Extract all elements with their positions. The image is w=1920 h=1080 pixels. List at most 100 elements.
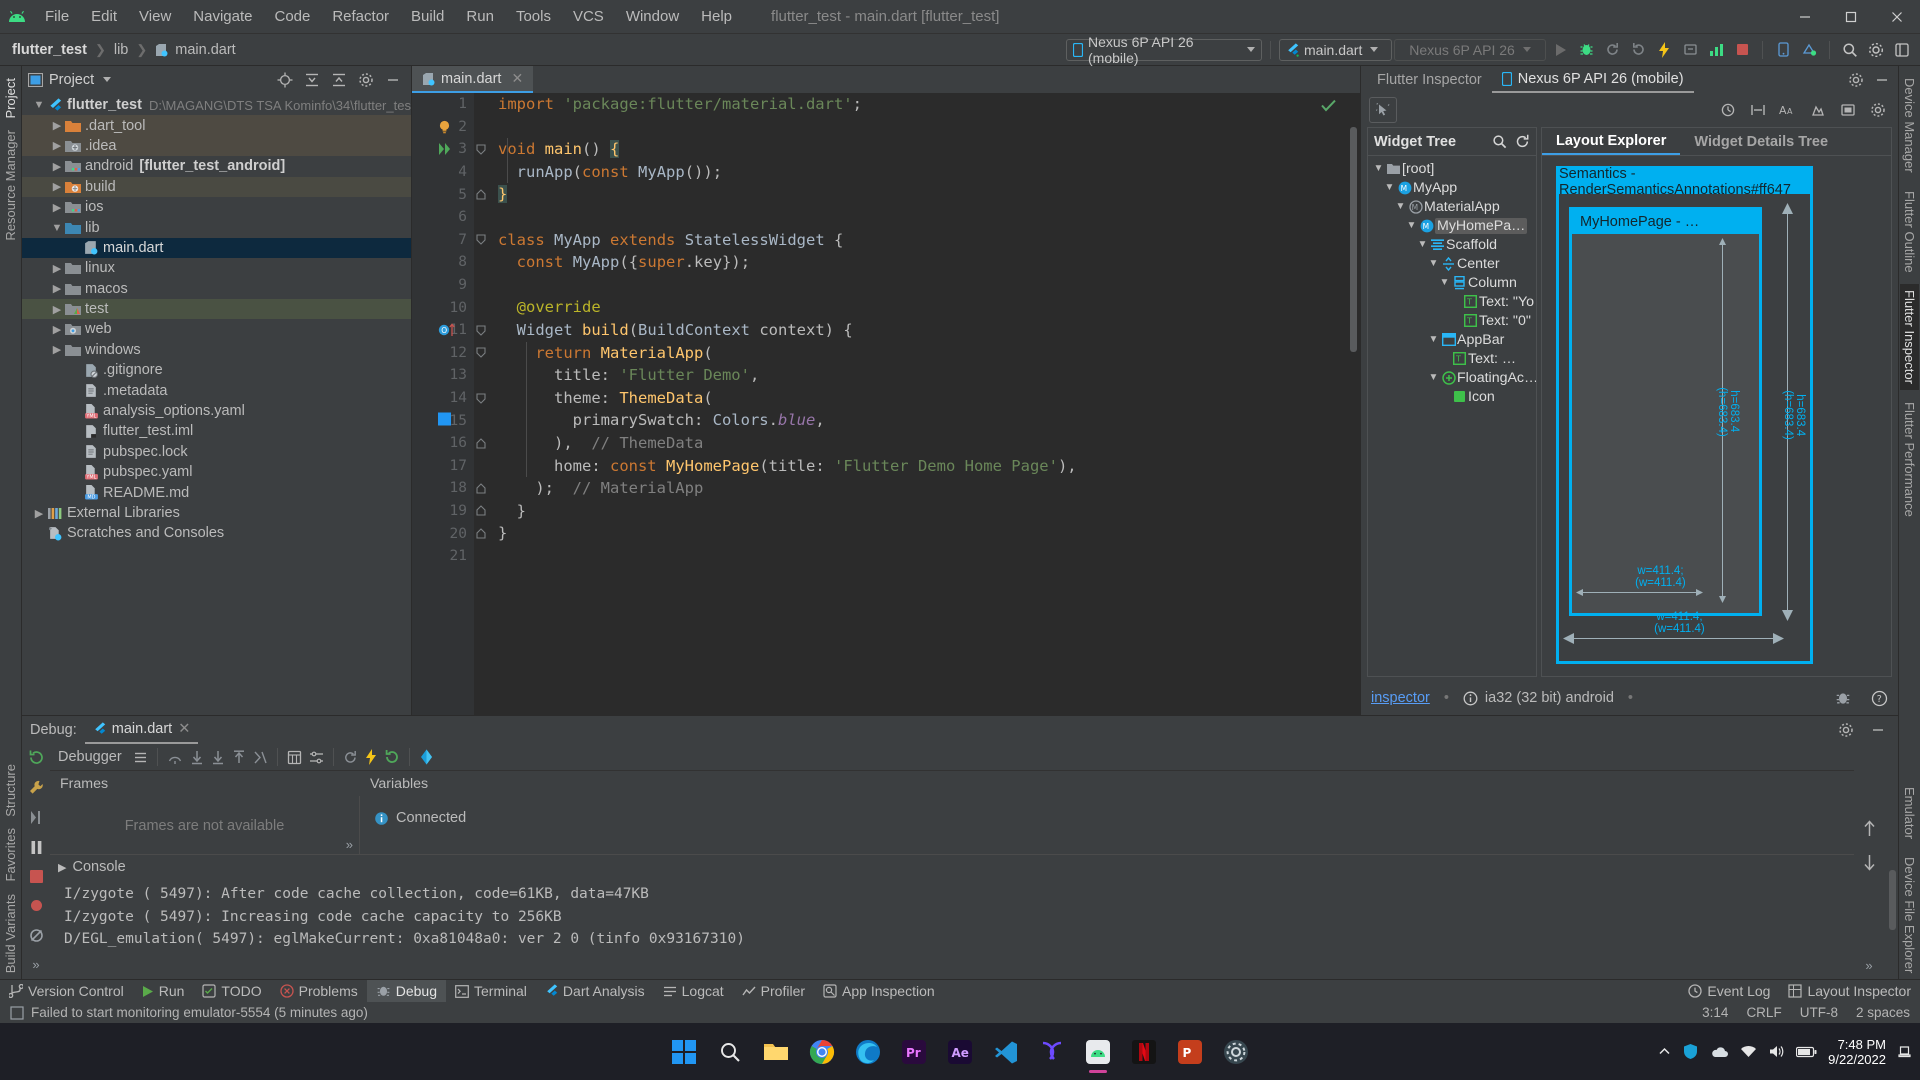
bottom-tab-layout-inspector[interactable]: Layout Inspector — [1779, 980, 1920, 1003]
taskbar-chrome-icon[interactable] — [799, 1029, 845, 1075]
inspector-footer-link[interactable]: inspector — [1371, 690, 1430, 706]
tool-tab-resource-manager[interactable]: Resource Manager — [1, 124, 20, 247]
widget-tree-node-floatingac-[interactable]: ▼ FloatingAc… — [1368, 368, 1536, 387]
tool-tab-device-file-explorer[interactable]: Device File Explorer — [1900, 851, 1919, 979]
tool-tab-build-variants[interactable]: Build Variants — [1, 888, 20, 979]
stop-button[interactable] — [1730, 38, 1754, 62]
sdk-manager-button[interactable] — [1797, 38, 1821, 62]
gutter-line-2[interactable]: 2 — [412, 116, 474, 139]
gutter-line-13[interactable]: 13 — [412, 364, 474, 387]
refresh-icon[interactable] — [1515, 134, 1530, 149]
widget-tree-node-myhomepa-[interactable]: ▼ M MyHomePa… — [1368, 216, 1536, 235]
code-line-10[interactable]: @override — [498, 296, 1346, 319]
code-area[interactable]: import 'package:flutter/material.dart'; … — [488, 93, 1346, 715]
layout-explorer-canvas[interactable]: Semantics - RenderSemanticsAnnotations#f… — [1542, 156, 1891, 676]
open-devtools-icon[interactable] — [419, 749, 434, 765]
taskbar-settings-icon[interactable] — [1213, 1029, 1259, 1075]
menu-help[interactable]: Help — [690, 4, 743, 29]
tree-row-windows[interactable]: ▶ windows — [22, 340, 411, 360]
override-marker-icon[interactable]: O — [438, 323, 458, 337]
gutter-line-12[interactable]: 12 — [412, 342, 474, 365]
menu-edit[interactable]: Edit — [80, 4, 128, 29]
chevron-right-icon[interactable]: ▶ — [50, 323, 64, 336]
layout-inner-box[interactable]: MyHomePage - … h=683.4 (h=683.4) w=411.4… — [1569, 207, 1762, 616]
taskbar-netflix-icon[interactable] — [1121, 1029, 1167, 1075]
fold-marker-16[interactable] — [474, 432, 488, 455]
settings-toggle-icon[interactable] — [309, 750, 324, 765]
chevron-right-icon[interactable]: ▶ — [50, 303, 64, 316]
gutter-line-19[interactable]: 19 — [412, 500, 474, 523]
device-target-selector[interactable]: Nexus 6P API 26 — [1394, 38, 1546, 61]
close-icon[interactable]: ✕ — [511, 70, 523, 87]
taskbar-file-explorer-icon[interactable] — [753, 1029, 799, 1075]
code-line-2[interactable] — [498, 116, 1346, 139]
code-line-15[interactable]: primarySwatch: Colors.blue, — [498, 409, 1346, 432]
gutter-line-9[interactable]: 9 — [412, 274, 474, 297]
taskbar-start-button[interactable] — [661, 1029, 707, 1075]
step-over-icon[interactable] — [167, 750, 183, 765]
menu-refactor[interactable]: Refactor — [321, 4, 400, 29]
chevron-down-icon[interactable]: ▼ — [1405, 220, 1418, 231]
gutter-line-1[interactable]: 1 — [412, 93, 474, 116]
restart-frame-icon[interactable] — [343, 750, 358, 765]
code-line-8[interactable]: const MyApp({super.key}); — [498, 251, 1346, 274]
hot-restart-icon[interactable] — [384, 749, 400, 765]
widget-tree-node-materialapp[interactable]: ▼ M MaterialApp — [1368, 197, 1536, 216]
widget-tree-node--root-[interactable]: ▼ [root] — [1368, 159, 1536, 178]
inspector-hide-icon[interactable] — [1870, 68, 1894, 92]
fold-marker-19[interactable] — [474, 500, 488, 523]
bottom-tab-logcat[interactable]: Logcat — [654, 980, 733, 1003]
tree-row-flutter-test-iml[interactable]: flutter_test.iml — [22, 421, 411, 441]
editor-tab-main-dart[interactable]: main.dart ✕ — [412, 66, 534, 93]
run-configuration-selector[interactable]: main.dart — [1279, 38, 1392, 61]
menu-run[interactable]: Run — [455, 4, 505, 29]
project-tree[interactable]: ▼ flutter_test D:\MAGANG\DTS TSA Kominfo… — [22, 93, 411, 715]
run-button[interactable] — [1548, 38, 1572, 62]
menu-build[interactable]: Build — [400, 4, 455, 29]
chevron-right-icon[interactable]: ▶ — [50, 160, 64, 173]
chevron-down-icon[interactable]: ▼ — [1416, 239, 1429, 250]
view-breakpoints-icon[interactable] — [28, 897, 45, 914]
debug-more-icon[interactable]: » — [32, 957, 39, 972]
taskbar-search-icon[interactable] — [707, 1029, 753, 1075]
device-manager-button[interactable] — [1771, 38, 1795, 62]
chevron-down-icon[interactable]: ▼ — [1427, 334, 1440, 345]
tree-row-android[interactable]: ▶ android [flutter_test_android] — [22, 156, 411, 176]
bottom-tab-run[interactable]: Run — [133, 980, 194, 1003]
tree-row-analysis-options-yaml[interactable]: YML analysis_options.yaml — [22, 401, 411, 421]
bottom-tab-dart-analysis[interactable]: Dart Analysis — [536, 980, 654, 1003]
gutter-line-5[interactable]: 5 — [412, 183, 474, 206]
select-widget-mode-button[interactable] — [1369, 97, 1397, 123]
run-to-cursor-icon[interactable] — [253, 750, 268, 765]
chevron-down-icon[interactable]: ▼ — [1383, 182, 1396, 193]
code-line-7[interactable]: class MyApp extends StatelessWidget { — [498, 229, 1346, 252]
tray-notifications-icon[interactable] — [1897, 1044, 1912, 1059]
expand-all-icon[interactable] — [300, 68, 324, 92]
status-caret-position[interactable]: 3:14 — [1702, 1005, 1728, 1020]
step-out-icon[interactable] — [232, 749, 246, 765]
chevron-right-icon[interactable]: ▶ — [50, 139, 64, 152]
tab-device[interactable]: Nexus 6P API 26 (mobile) — [1491, 66, 1694, 93]
tray-onedrive-icon[interactable] — [1710, 1045, 1729, 1059]
debug-settings-icon[interactable] — [1834, 718, 1858, 742]
tool-tab-device-manager[interactable]: Device Manager — [1900, 72, 1919, 179]
hot-restart-button[interactable] — [1626, 38, 1650, 62]
tray-battery-icon[interactable] — [1796, 1046, 1817, 1058]
widget-tree-node-appbar[interactable]: ▼ AppBar — [1368, 330, 1536, 349]
fold-marker-18[interactable] — [474, 477, 488, 500]
attach-debugger-button[interactable] — [1678, 38, 1702, 62]
tree-row-web[interactable]: ▶ web — [22, 319, 411, 339]
tool-tab-structure[interactable]: Structure — [1, 758, 20, 823]
bottom-tab-todo[interactable]: TODO — [193, 980, 270, 1003]
tree-row-pubspec-yaml[interactable]: YML pubspec.yaml — [22, 462, 411, 482]
gutter-line-8[interactable]: 8 — [412, 251, 474, 274]
resume-program-icon[interactable] — [28, 809, 45, 826]
menu-vcs[interactable]: VCS — [562, 4, 615, 29]
fold-marker-5[interactable] — [474, 183, 488, 206]
panel-settings-icon[interactable] — [354, 68, 378, 92]
device-selector[interactable]: Nexus 6P API 26 (mobile) — [1066, 34, 1262, 66]
repaint-rainbow-icon[interactable] — [1836, 98, 1860, 122]
tool-tab-flutter-outline[interactable]: Flutter Outline — [1900, 185, 1919, 279]
fold-marker-11[interactable] — [474, 319, 488, 342]
close-button[interactable] — [1874, 0, 1920, 34]
